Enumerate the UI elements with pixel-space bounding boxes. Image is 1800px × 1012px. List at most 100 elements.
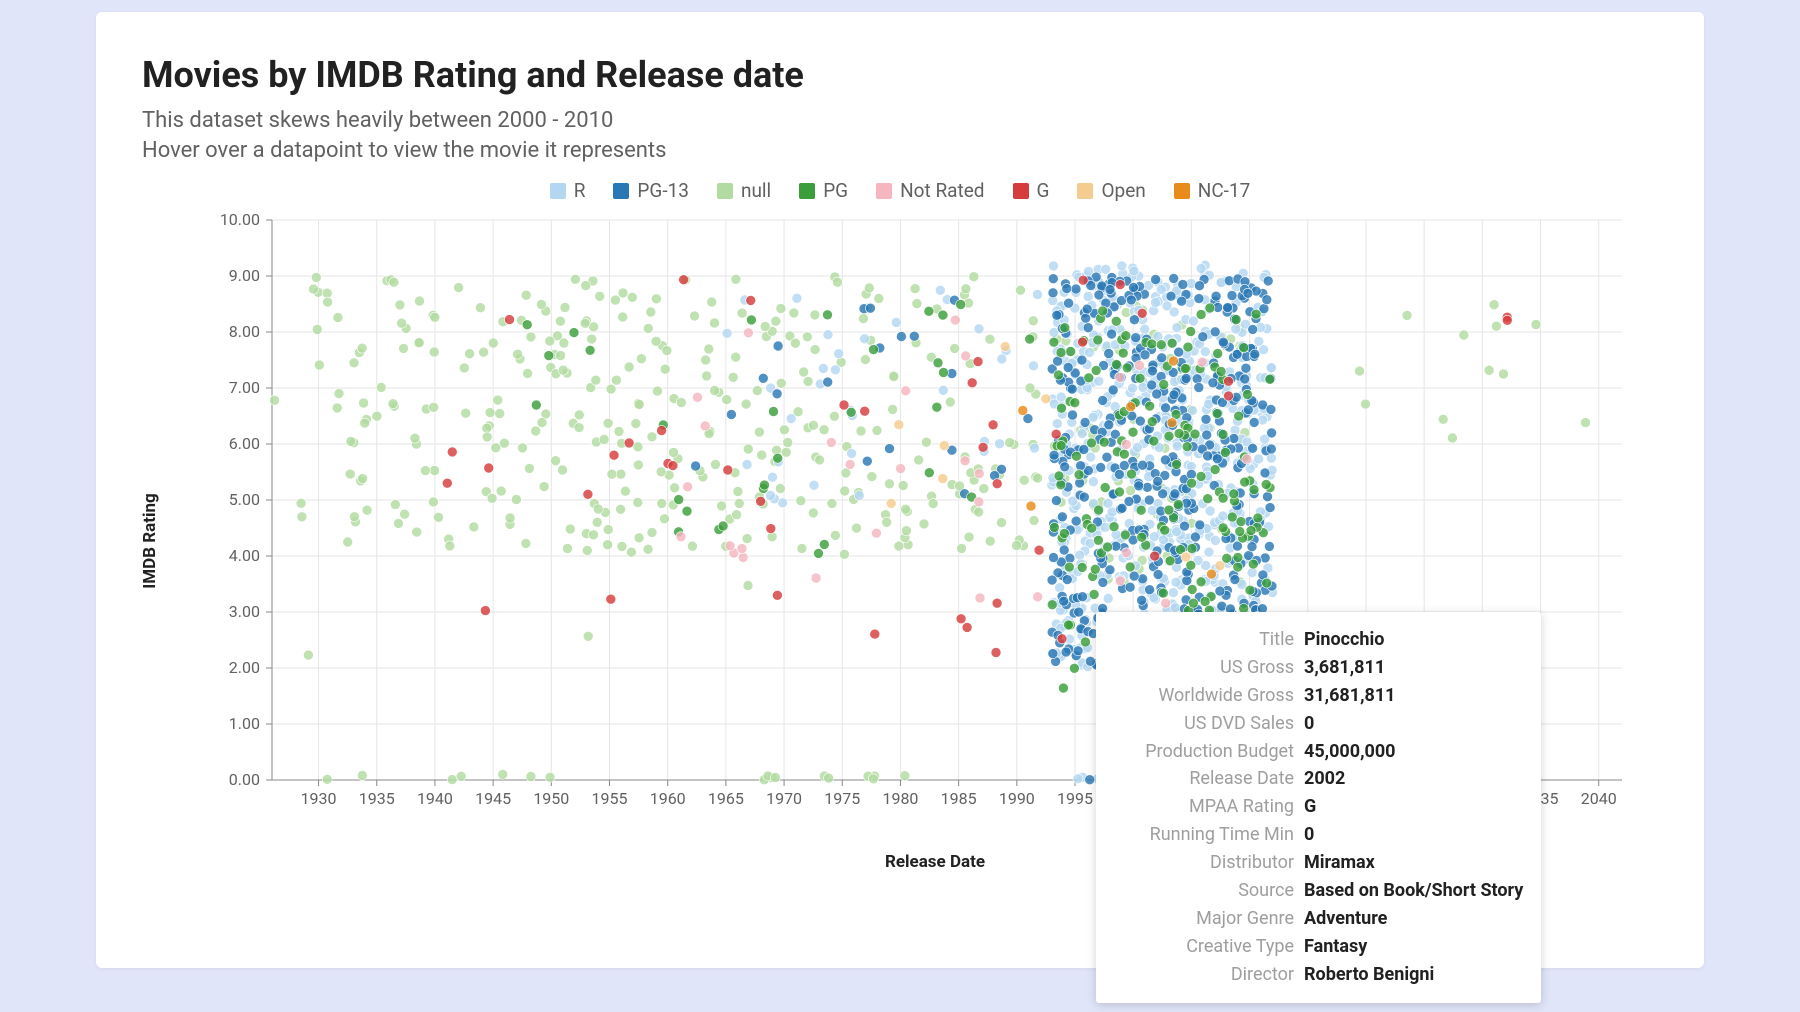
data-point[interactable] [839, 550, 849, 560]
data-point[interactable] [570, 275, 580, 285]
data-point[interactable] [768, 473, 778, 483]
data-point[interactable] [1210, 465, 1220, 475]
data-point[interactable] [410, 434, 420, 444]
data-point[interactable] [757, 450, 767, 460]
data-point[interactable] [1140, 325, 1150, 335]
data-point[interactable] [726, 410, 736, 420]
data-point[interactable] [872, 426, 882, 436]
data-point[interactable] [1227, 512, 1237, 522]
data-point[interactable] [933, 358, 943, 368]
data-point[interactable] [901, 386, 911, 396]
data-point[interactable] [1082, 304, 1092, 314]
data-point[interactable] [693, 393, 703, 403]
data-point[interactable] [1069, 664, 1079, 674]
data-point[interactable] [1491, 322, 1501, 332]
data-point[interactable] [1190, 429, 1200, 439]
data-point[interactable] [1074, 470, 1084, 480]
data-point[interactable] [1077, 563, 1087, 573]
data-point[interactable] [1137, 533, 1147, 543]
data-point[interactable] [1247, 542, 1257, 552]
data-point[interactable] [1233, 553, 1243, 563]
data-point[interactable] [487, 494, 497, 504]
data-point[interactable] [531, 400, 541, 410]
data-point[interactable] [992, 599, 1002, 609]
data-point[interactable] [847, 449, 857, 459]
data-point[interactable] [1233, 562, 1243, 572]
data-point[interactable] [1264, 542, 1274, 552]
data-point[interactable] [475, 303, 485, 313]
data-point[interactable] [1402, 311, 1412, 321]
data-point[interactable] [1265, 375, 1275, 385]
data-point[interactable] [766, 524, 776, 534]
data-point[interactable] [1028, 316, 1038, 326]
data-point[interactable] [682, 507, 692, 517]
data-point[interactable] [1064, 299, 1074, 309]
data-point[interactable] [1243, 405, 1253, 415]
data-point[interactable] [1166, 292, 1176, 302]
data-point[interactable] [789, 308, 799, 318]
data-point[interactable] [1091, 366, 1101, 376]
data-point[interactable] [676, 398, 686, 408]
data-point[interactable] [885, 444, 895, 454]
data-point[interactable] [846, 408, 856, 418]
data-point[interactable] [1063, 363, 1073, 373]
data-point[interactable] [1129, 266, 1139, 276]
data-point[interactable] [461, 409, 471, 419]
data-point[interactable] [521, 539, 531, 549]
data-point[interactable] [312, 325, 322, 335]
data-point[interactable] [585, 346, 595, 356]
data-point[interactable] [1197, 357, 1207, 367]
data-point[interactable] [819, 540, 829, 550]
data-point[interactable] [690, 311, 700, 321]
data-point[interactable] [912, 299, 922, 309]
data-point[interactable] [454, 283, 464, 293]
data-point[interactable] [1059, 597, 1069, 607]
data-point[interactable] [1216, 367, 1226, 377]
data-point[interactable] [1138, 383, 1148, 393]
data-point[interactable] [888, 405, 898, 415]
data-point[interactable] [1499, 369, 1509, 379]
data-point[interactable] [1059, 545, 1069, 555]
data-point[interactable] [1083, 323, 1093, 333]
data-point[interactable] [845, 460, 855, 470]
data-point[interactable] [1085, 657, 1095, 667]
data-point[interactable] [459, 363, 469, 373]
data-point[interactable] [1016, 286, 1026, 296]
data-point[interactable] [1190, 532, 1200, 542]
data-point[interactable] [770, 773, 780, 783]
data-point[interactable] [860, 355, 870, 365]
data-point[interactable] [545, 336, 555, 346]
data-point[interactable] [1087, 524, 1097, 534]
data-point[interactable] [583, 632, 593, 642]
data-point[interactable] [1077, 429, 1087, 439]
data-point[interactable] [1132, 443, 1142, 453]
data-point[interactable] [1160, 455, 1170, 465]
data-point[interactable] [1115, 576, 1125, 586]
data-point[interactable] [932, 403, 942, 413]
data-point[interactable] [1243, 289, 1253, 299]
data-point[interactable] [1203, 451, 1213, 461]
data-point[interactable] [939, 441, 949, 451]
data-point[interactable] [702, 371, 712, 381]
data-point[interactable] [606, 595, 616, 605]
data-point[interactable] [1172, 460, 1182, 470]
data-point[interactable] [743, 444, 753, 454]
data-point[interactable] [360, 418, 370, 428]
data-point[interactable] [826, 438, 836, 448]
data-point[interactable] [1186, 470, 1196, 480]
data-point[interactable] [742, 460, 752, 470]
data-point[interactable] [717, 501, 727, 511]
data-point[interactable] [1049, 553, 1059, 563]
data-point[interactable] [1201, 415, 1211, 425]
data-point[interactable] [1057, 634, 1067, 644]
data-point[interactable] [1242, 390, 1252, 400]
data-point[interactable] [769, 407, 779, 417]
data-point[interactable] [700, 421, 710, 431]
data-point[interactable] [544, 351, 554, 361]
data-point[interactable] [1484, 366, 1494, 376]
data-point[interactable] [711, 460, 721, 470]
data-point[interactable] [760, 322, 770, 332]
data-point[interactable] [939, 368, 949, 378]
data-point[interactable] [1051, 430, 1061, 440]
data-point[interactable] [1085, 775, 1095, 785]
